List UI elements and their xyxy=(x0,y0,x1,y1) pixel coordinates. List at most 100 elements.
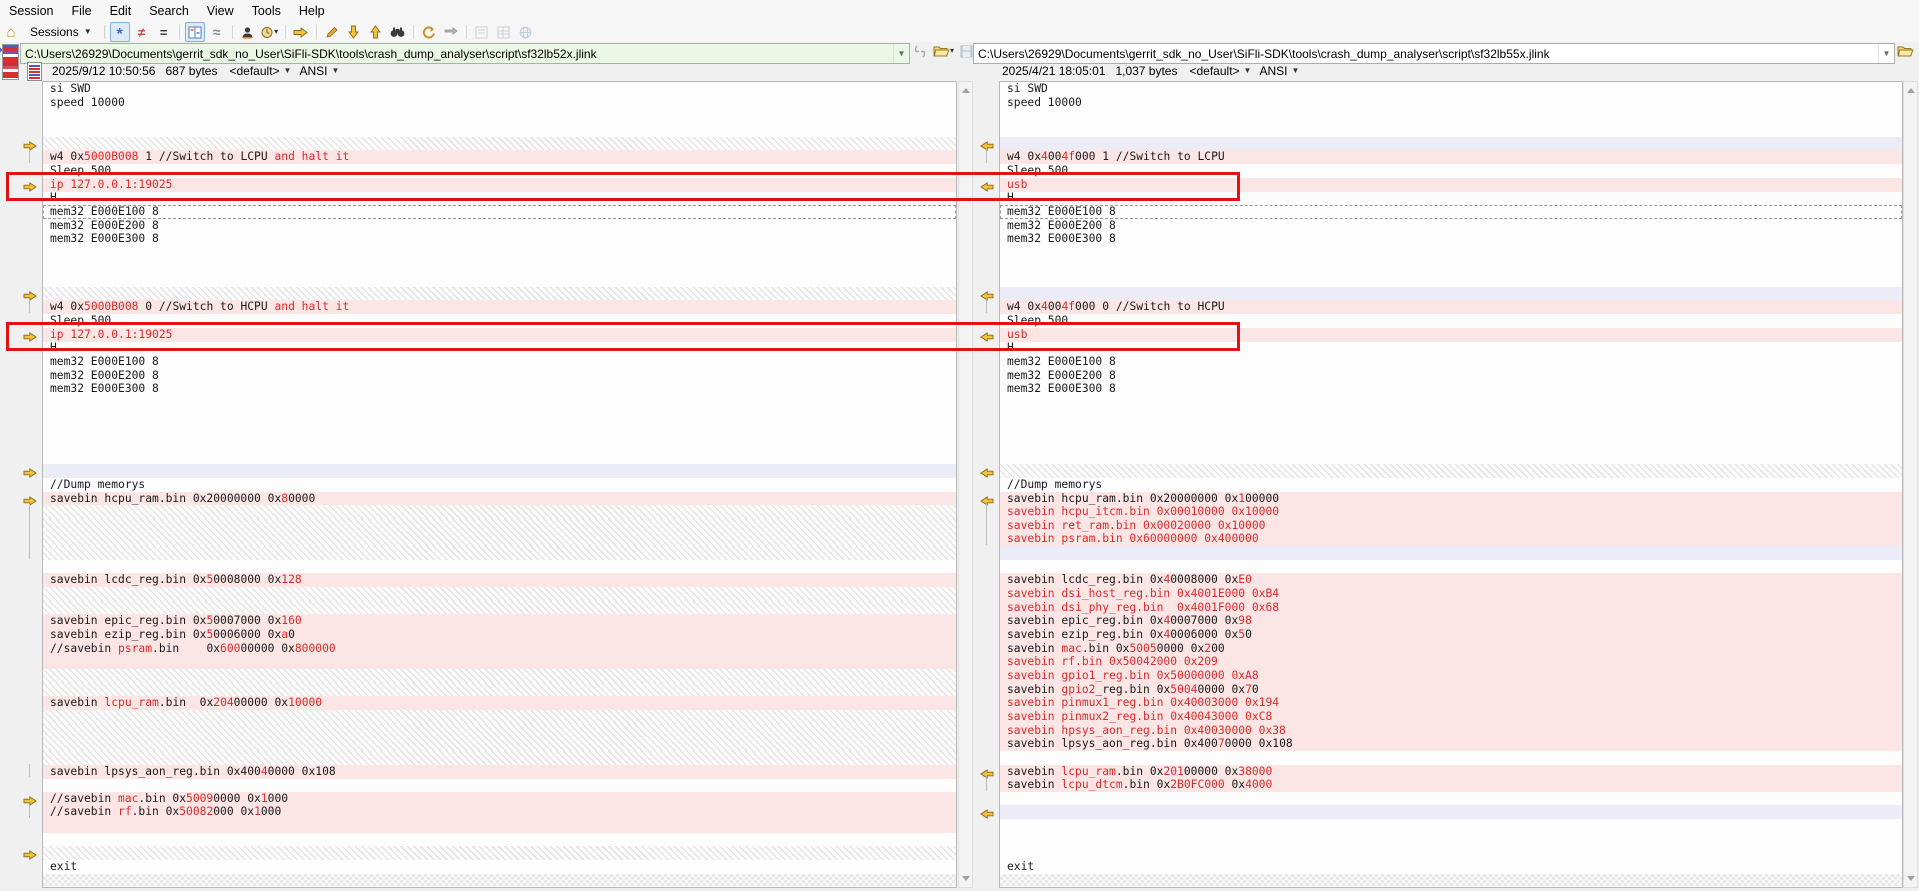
menu-search[interactable]: Search xyxy=(140,1,198,21)
code-line[interactable]: //Dump memorys xyxy=(43,478,956,492)
right-encoding-select[interactable]: ANSI xyxy=(1259,64,1287,78)
blank-line[interactable] xyxy=(1000,792,1902,806)
browse-folder-button[interactable]: ▾ xyxy=(933,44,954,58)
code-line[interactable]: usb xyxy=(1000,328,1902,342)
blank-line[interactable] xyxy=(43,560,956,574)
blank-line[interactable] xyxy=(1000,560,1902,574)
browse-folder-button-right[interactable] xyxy=(1897,44,1914,58)
unimportant-diff-line[interactable] xyxy=(1000,137,1902,151)
blank-line[interactable] xyxy=(1000,396,1902,410)
left-path-dropdown-icon[interactable]: ▼ xyxy=(893,44,909,63)
left-path-combo[interactable]: C:\Users\26929\Documents\gerrit_sdk_no_U… xyxy=(20,43,910,64)
chevron-down-icon[interactable]: ▼ xyxy=(1244,67,1252,75)
blank-line[interactable] xyxy=(1000,273,1902,287)
code-line[interactable]: savebin lcpu_ram.bin 0x20100000 0x38000 xyxy=(1000,765,1902,779)
code-line[interactable]: savebin epic_reg.bin 0x50007000 0x160 xyxy=(43,614,956,628)
code-line[interactable]: savebin hcpu_ram.bin 0x20000000 0x100000 xyxy=(1000,492,1902,506)
blank-line[interactable] xyxy=(43,109,956,123)
display-mode-button[interactable] xyxy=(185,22,205,42)
diff-section-arrow[interactable] xyxy=(23,465,37,483)
edit-button[interactable] xyxy=(322,22,342,42)
chevron-down-icon[interactable]: ▼ xyxy=(331,67,339,75)
code-line[interactable]: w4 0x5000B008 1 //Switch to LCPU and hal… xyxy=(43,150,956,164)
code-line[interactable]: speed 10000 xyxy=(43,96,956,110)
code-line[interactable]: savebin lpsys_aon_reg.bin 0x40040000 0x1… xyxy=(43,765,956,779)
diff-section-arrow[interactable] xyxy=(980,329,994,347)
blank-line[interactable] xyxy=(1000,819,1902,833)
left-format-select[interactable]: <default> xyxy=(229,64,279,78)
code-line[interactable]: //savebin psram.bin 0x60000000 0x800000 xyxy=(43,642,956,656)
show-same-button[interactable]: = xyxy=(154,22,174,42)
copy-to-right-icon[interactable] xyxy=(23,796,37,806)
code-line[interactable]: savebin gpio2_reg.bin 0x50040000 0x70 xyxy=(1000,683,1902,697)
code-line[interactable]: savebin lcpu_ram.bin 0x20400000 0x10000 xyxy=(43,696,956,710)
code-line[interactable]: mem32 E000E200 8 xyxy=(1000,219,1902,233)
diff-section-arrow[interactable] xyxy=(980,179,994,197)
diff-section-arrow[interactable] xyxy=(23,847,37,865)
save-icon[interactable] xyxy=(960,45,973,58)
code-line[interactable]: H xyxy=(43,341,956,355)
home-button[interactable]: ⌂ xyxy=(1,22,21,42)
show-differences-button[interactable]: ≠ xyxy=(132,22,152,42)
swap-paths-icon[interactable] xyxy=(913,45,927,58)
copy-to-right-icon[interactable] xyxy=(23,468,37,478)
code-line[interactable]: mem32 E000E200 8 xyxy=(1000,369,1902,383)
code-line[interactable]: savebin pinmux1_reg.bin 0x40003000 0x194 xyxy=(1000,696,1902,710)
code-line[interactable]: savebin hcpu_itcm.bin 0x00010000 0x10000 xyxy=(1000,505,1902,519)
code-line[interactable]: w4 0x4004f000 0 //Switch to HCPU xyxy=(1000,300,1902,314)
blank-line[interactable] xyxy=(43,437,956,451)
diff-blank-line[interactable] xyxy=(43,819,956,833)
menu-file[interactable]: File xyxy=(62,1,100,21)
code-line[interactable]: Sleep 500 xyxy=(1000,164,1902,178)
next-section-button[interactable] xyxy=(291,22,311,42)
menu-tools[interactable]: Tools xyxy=(243,1,290,21)
menu-session[interactable]: Session xyxy=(0,1,62,21)
diff-section-arrow[interactable] xyxy=(23,493,37,511)
unimportant-diff-line[interactable] xyxy=(43,464,956,478)
code-line[interactable]: si SWD xyxy=(43,82,956,96)
left-editor[interactable]: si SWDspeed 10000 w4 0x5000B008 1 //Switc… xyxy=(42,81,957,888)
diff-section-arrow[interactable] xyxy=(980,766,994,784)
ignore-unimportant-button[interactable]: ≈ xyxy=(207,22,227,42)
blank-line[interactable] xyxy=(1000,123,1902,137)
code-line[interactable]: savebin hpsys_aon_reg.bin 0x40030000 0x3… xyxy=(1000,724,1902,738)
code-line[interactable]: savebin psram.bin 0x60000000 0x400000 xyxy=(1000,532,1902,546)
copy-to-left-icon[interactable] xyxy=(980,496,994,506)
diff-blank-line[interactable] xyxy=(43,655,956,669)
rules-button[interactable]: ▾ xyxy=(260,22,280,42)
code-line[interactable]: savebin dsi_phy_reg.bin 0x4001F000 0x68 xyxy=(1000,601,1902,615)
blank-line[interactable] xyxy=(43,396,956,410)
find-button[interactable] xyxy=(388,22,408,42)
code-line[interactable]: savebin lpsys_aon_reg.bin 0x40070000 0x1… xyxy=(1000,737,1902,751)
blank-line[interactable] xyxy=(43,123,956,137)
blank-line[interactable] xyxy=(1000,259,1902,273)
code-line[interactable]: Sleep 500 xyxy=(1000,314,1902,328)
diff-section-arrow[interactable] xyxy=(23,329,37,347)
diff-section-arrow[interactable] xyxy=(980,465,994,483)
copy-to-right-icon[interactable] xyxy=(23,850,37,860)
code-line[interactable]: //Dump memorys xyxy=(1000,478,1902,492)
code-line[interactable]: usb xyxy=(1000,178,1902,192)
copy-to-right-icon[interactable] xyxy=(23,332,37,342)
right-path-combo[interactable]: C:\Users\26929\Documents\gerrit_sdk_no_U… xyxy=(973,43,1895,64)
blank-line[interactable] xyxy=(43,423,956,437)
code-line[interactable]: mem32 E000E300 8 xyxy=(1000,232,1902,246)
format-button[interactable] xyxy=(238,22,258,42)
blank-line[interactable] xyxy=(43,451,956,465)
code-line[interactable]: exit xyxy=(1000,860,1902,874)
code-line[interactable]: w4 0x5000B008 0 //Switch to HCPU and hal… xyxy=(43,300,956,314)
blank-line[interactable] xyxy=(43,778,956,792)
blank-line[interactable] xyxy=(1000,846,1902,860)
diff-section-arrow[interactable] xyxy=(23,179,37,197)
diff-section-arrow[interactable] xyxy=(980,493,994,511)
code-line[interactable]: ip 127.0.0.1:19025 xyxy=(43,328,956,342)
diff-section-arrow[interactable] xyxy=(980,138,994,156)
code-line[interactable]: //savebin rf.bin 0x50082000 0x1000 xyxy=(43,805,956,819)
swap-sides-button[interactable] xyxy=(441,22,461,42)
menu-edit[interactable]: Edit xyxy=(101,1,141,21)
blank-line[interactable] xyxy=(43,833,956,847)
code-line[interactable]: H xyxy=(43,191,956,205)
blank-line[interactable] xyxy=(1000,751,1902,765)
blank-line[interactable] xyxy=(1000,423,1902,437)
diff-section-arrow[interactable] xyxy=(980,806,994,824)
